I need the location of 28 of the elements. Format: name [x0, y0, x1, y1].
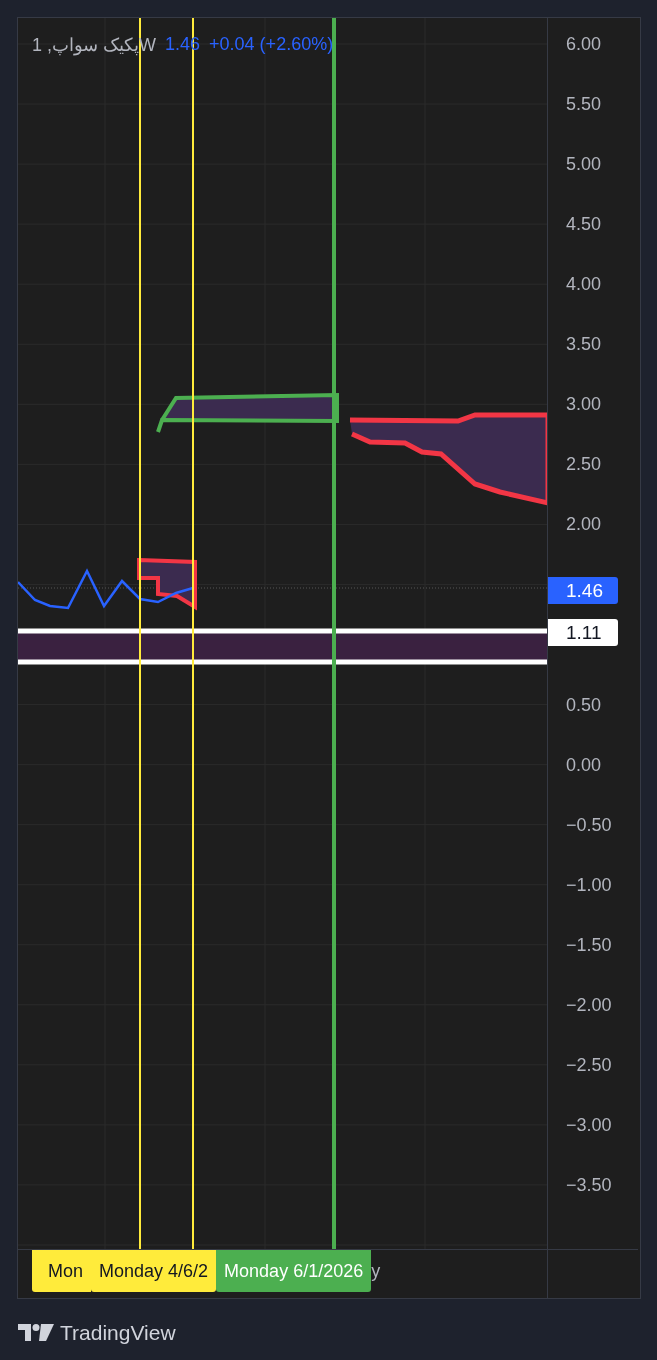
axis-tick-label: −1.00: [566, 873, 612, 896]
axis-tick-label: 0.00: [566, 753, 602, 776]
axis-tick-label: −0.50: [566, 813, 612, 836]
price-change: +0.04 (+2.60%): [209, 34, 334, 56]
time-axis-label: y: [371, 1260, 381, 1283]
axis-tick-label: −3.00: [566, 1113, 612, 1136]
logo-icon: [18, 1324, 54, 1342]
axis-tick-label: 4.00: [566, 273, 602, 296]
axis-tick-label: 3.00: [566, 393, 602, 416]
drawn-shape: [137, 557, 197, 611]
axis-tick-label: −2.50: [566, 1053, 612, 1076]
axis-tick-label: 2.50: [566, 453, 602, 476]
axis-tick-label: −1.50: [566, 933, 612, 956]
axis-tick-label: 5.50: [566, 93, 602, 116]
brand-name: TradingView: [60, 1321, 176, 1345]
price-label: 1.46: [548, 577, 618, 604]
axis-tick-label: 2.00: [566, 513, 602, 536]
date-marker-label: Monday 4/6/2: [91, 1250, 217, 1292]
axis-tick-label: 5.00: [566, 153, 602, 176]
axis-tick-label: 6.00: [566, 33, 602, 55]
price-label: 1.11: [548, 619, 618, 646]
date-marker-label: Mon: [32, 1250, 91, 1292]
axis-tick-label: 0.50: [566, 693, 602, 716]
date-marker-label: Monday 6/1/2026: [216, 1250, 372, 1292]
axis-tick-label: 3.50: [566, 333, 602, 356]
axis-tick-label: −2.00: [566, 993, 612, 1016]
axis-tick-label: −3.50: [566, 1173, 612, 1196]
axis-tick-label: 4.50: [566, 213, 602, 236]
